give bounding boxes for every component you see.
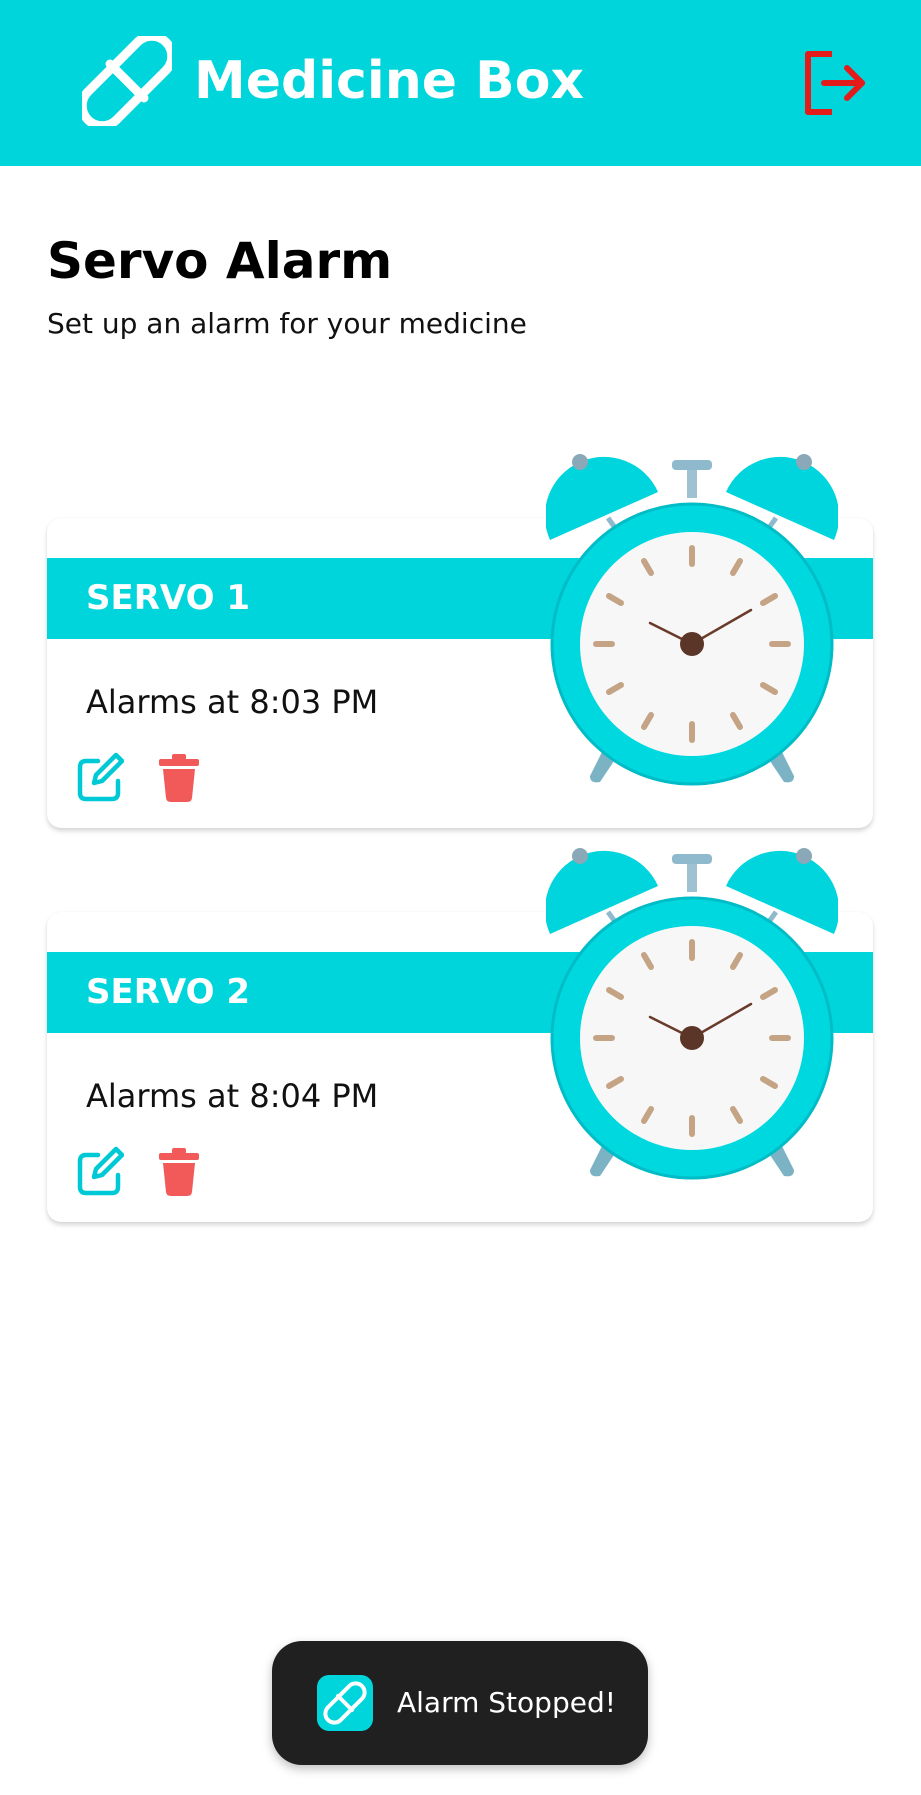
alarm-time: Alarms at 8:04 PM (86, 1077, 379, 1115)
alarm-label: SERVO 2 (86, 972, 251, 1012)
alarm-label: SERVO 1 (86, 578, 251, 618)
trash-icon[interactable] (155, 1145, 203, 1197)
alarm-clock-illustration (546, 452, 838, 792)
pill-icon (323, 1681, 367, 1725)
toast-message: Alarm Stopped! (397, 1686, 616, 1719)
app-bar: Medicine Box (0, 0, 921, 166)
page-title: Servo Alarm (47, 232, 393, 290)
edit-icon[interactable] (76, 1145, 124, 1197)
app-icon (317, 1675, 373, 1731)
page-subtitle: Set up an alarm for your medicine (47, 307, 527, 340)
alarm-clock-illustration (546, 846, 838, 1186)
pill-icon (82, 36, 172, 126)
app-title: Medicine Box (194, 51, 584, 111)
logout-icon[interactable] (800, 48, 870, 118)
toast-notification: Alarm Stopped! (272, 1641, 648, 1765)
alarm-time: Alarms at 8:03 PM (86, 683, 379, 721)
trash-icon[interactable] (155, 751, 203, 803)
edit-icon[interactable] (76, 751, 124, 803)
